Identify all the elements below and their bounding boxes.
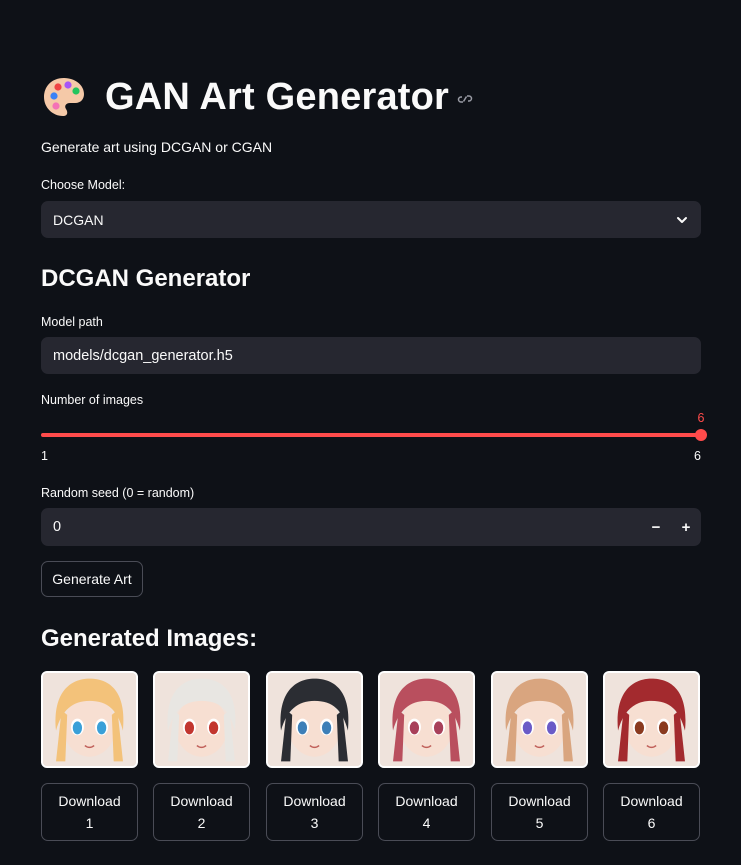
download-button[interactable]: Download 2 — [153, 783, 250, 841]
download-label: Download — [508, 793, 571, 809]
image-card: Download 4 — [378, 671, 475, 841]
link-icon[interactable] — [457, 91, 473, 107]
generated-face-image — [43, 673, 136, 766]
generated-image[interactable] — [266, 671, 363, 768]
chevron-down-icon — [677, 216, 687, 223]
download-button[interactable]: Download 5 — [491, 783, 588, 841]
generate-art-button[interactable]: Generate Art — [41, 561, 143, 597]
model-path-value: models/dcgan_generator.h5 — [53, 347, 233, 364]
seed-number-input[interactable]: 0 − + — [41, 508, 701, 546]
model-path-input[interactable]: models/dcgan_generator.h5 — [41, 337, 701, 374]
num-images-slider-track[interactable] — [41, 433, 701, 437]
generated-face-image — [380, 673, 473, 766]
page-title: GAN Art Generator — [105, 75, 450, 118]
slider-max-label: 6 — [694, 449, 701, 463]
download-index: 1 — [85, 815, 94, 831]
generated-face-image — [493, 673, 586, 766]
generator-heading: DCGAN Generator — [41, 265, 251, 292]
image-card: Download 2 — [153, 671, 250, 841]
seed-label: Random seed (0 = random) — [41, 486, 195, 500]
download-label: Download — [283, 793, 346, 809]
num-images-label: Number of images — [41, 393, 144, 407]
page-subtitle: Generate art using DCGAN or CGAN — [41, 139, 273, 155]
generated-image[interactable] — [491, 671, 588, 768]
generated-image[interactable] — [603, 671, 700, 768]
model-path-label: Model path — [41, 315, 103, 329]
title-row: GAN Art Generator — [41, 72, 473, 122]
model-select[interactable]: DCGAN — [41, 201, 701, 238]
download-label: Download — [58, 793, 121, 809]
download-index: 4 — [422, 815, 431, 831]
image-card: Download 3 — [266, 671, 363, 841]
generated-face-image — [605, 673, 698, 766]
download-label: Download — [620, 793, 683, 809]
download-button[interactable]: Download 4 — [378, 783, 475, 841]
image-card: Download 6 — [603, 671, 700, 841]
image-card: Download 1 — [41, 671, 138, 841]
palette-icon — [44, 78, 84, 116]
generated-image[interactable] — [378, 671, 475, 768]
generated-face-image — [155, 673, 248, 766]
download-label: Download — [170, 793, 233, 809]
download-label: Download — [395, 793, 458, 809]
generated-face-image — [268, 673, 361, 766]
download-index: 3 — [310, 815, 319, 831]
download-index: 6 — [647, 815, 656, 831]
download-index: 5 — [535, 815, 544, 831]
image-card: Download 5 — [491, 671, 588, 841]
model-select-value: DCGAN — [53, 211, 104, 228]
model-select-label: Choose Model: — [41, 178, 126, 192]
increment-button[interactable]: + — [671, 508, 701, 546]
decrement-button[interactable]: − — [641, 508, 671, 546]
seed-value[interactable]: 0 — [41, 519, 641, 535]
download-button[interactable]: Download 6 — [603, 783, 700, 841]
generated-image[interactable] — [41, 671, 138, 768]
download-index: 2 — [197, 815, 206, 831]
num-images-slider-thumb[interactable] — [695, 429, 707, 441]
results-heading: Generated Images: — [41, 625, 258, 652]
download-button[interactable]: Download 3 — [266, 783, 363, 841]
download-button[interactable]: Download 1 — [41, 783, 138, 841]
generated-image[interactable] — [153, 671, 250, 768]
slider-min-label: 1 — [41, 449, 48, 463]
num-images-slider-value: 6 — [697, 411, 705, 425]
